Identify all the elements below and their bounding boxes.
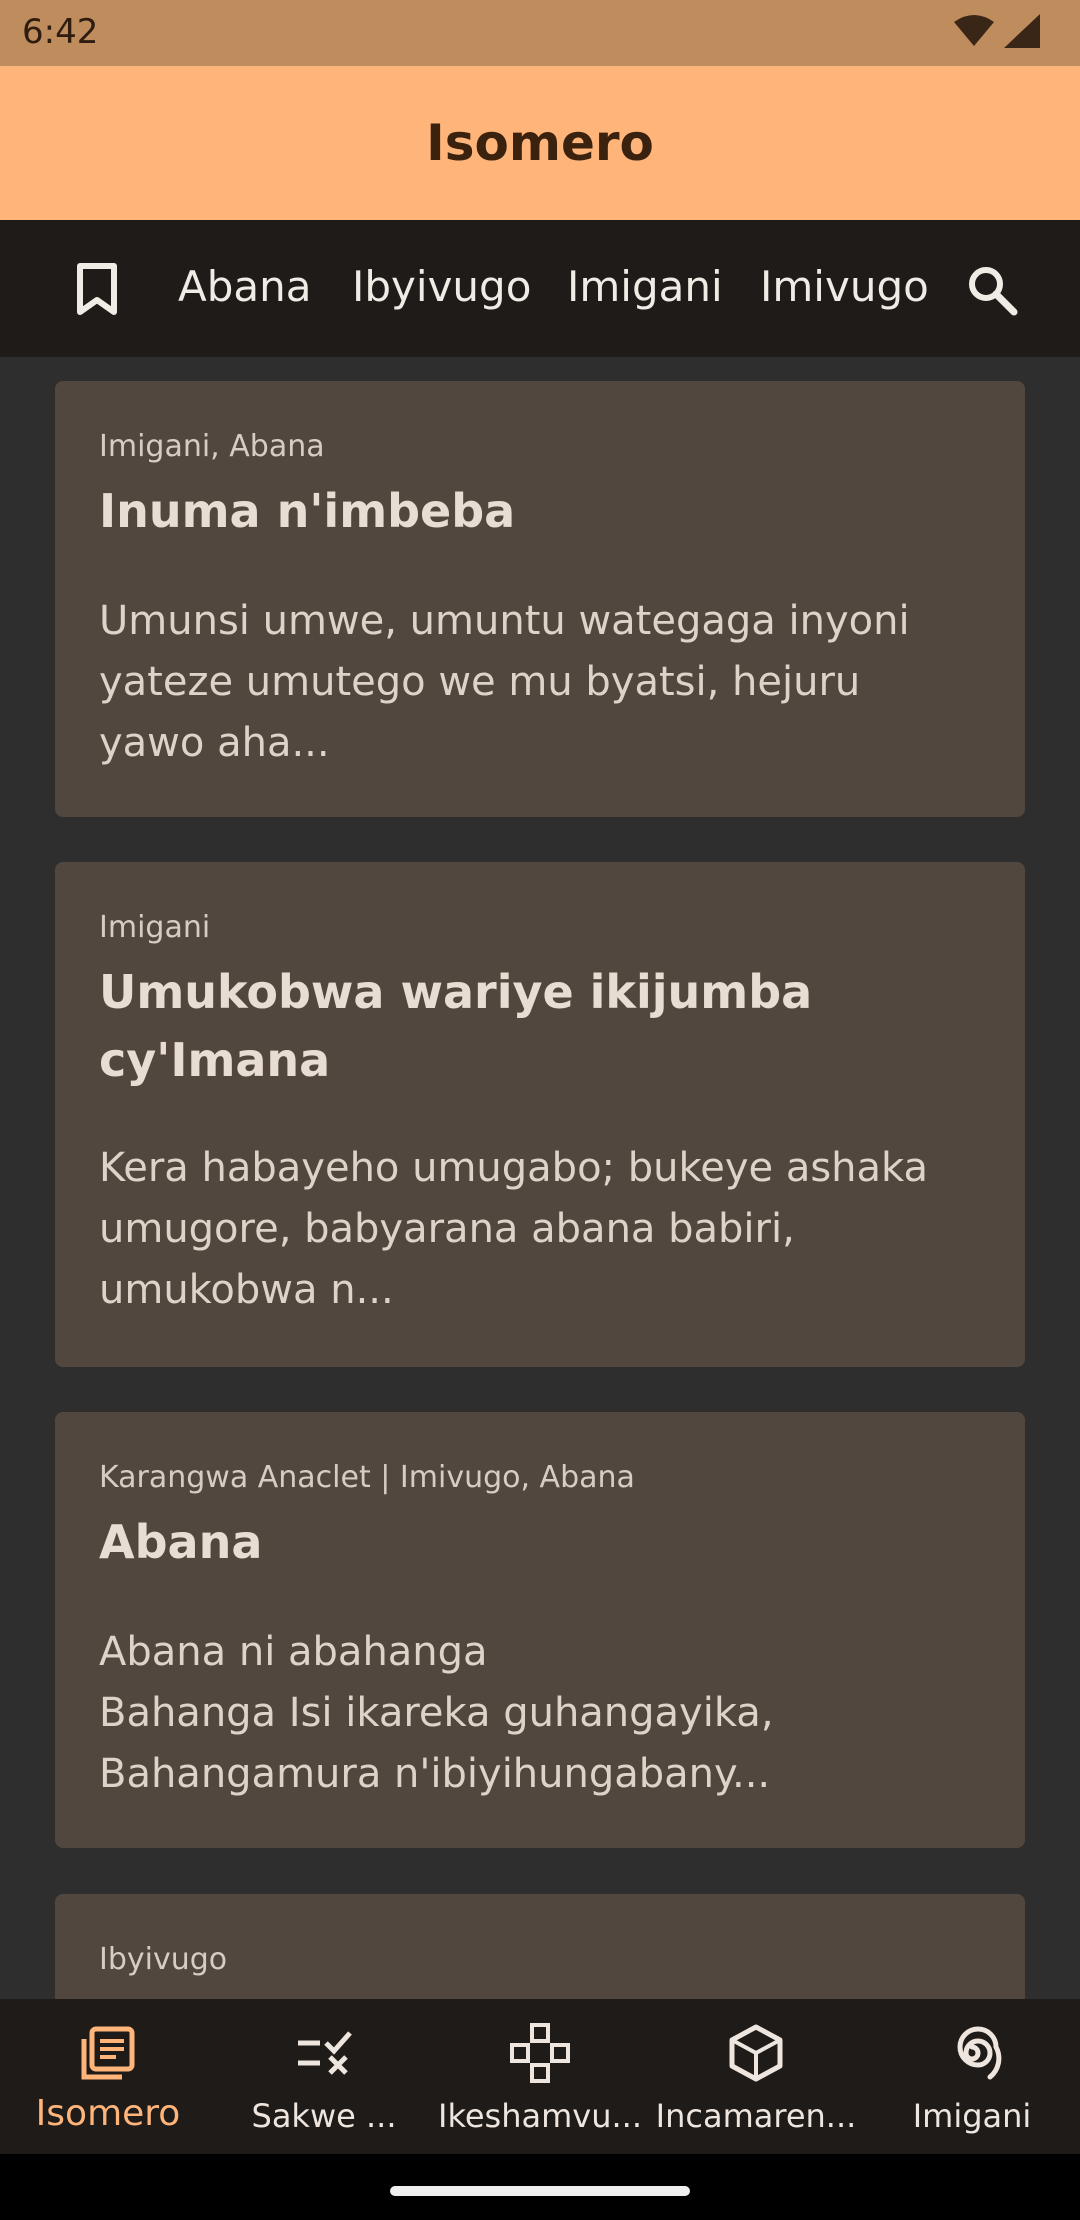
app-bar: Isomero xyxy=(0,66,1080,220)
bottom-nav-label: Imigani xyxy=(912,2097,1032,2135)
quiz-icon xyxy=(298,2031,352,2075)
wifi-icon xyxy=(954,15,994,46)
story-excerpt: Abana ni abahanga Bahanga Isi ikareka gu… xyxy=(99,1629,774,1797)
screen: 6:42 Isomero Abana Ibyivugo Imigani Imiv… xyxy=(0,0,1080,2220)
category-tab-ibyivugo[interactable]: Ibyivugo xyxy=(352,262,531,311)
story-meta: Imigani xyxy=(99,910,211,945)
story-meta: Ibyivugo xyxy=(99,1942,228,1977)
bottom-nav-label: Sakwe ... xyxy=(251,2097,397,2135)
story-title: Umukobwa wariye ikijumba cy'Imana xyxy=(99,965,813,1087)
story-meta: Karangwa Anaclet | Imivugo, Abana xyxy=(99,1460,635,1495)
home-gesture-handle[interactable] xyxy=(390,2186,690,2196)
spiral-icon xyxy=(957,2026,1002,2080)
story-excerpt: Umunsi umwe, umuntu wategaga inyoni yate… xyxy=(99,598,910,766)
bottom-nav-ikeshamvugo[interactable]: Ikeshamvu... xyxy=(432,1999,648,2154)
story-title: Inuma n'imbeba xyxy=(99,484,516,538)
cube-icon xyxy=(729,2024,783,2082)
game-icon xyxy=(510,2023,570,2083)
gesture-area xyxy=(0,2154,1080,2220)
bottom-nav-sakwe[interactable]: Sakwe ... xyxy=(216,1999,432,2154)
story-card[interactable]: Imigani Umukobwa wariye ikijumba cy'Iman… xyxy=(55,862,1025,1367)
bottom-nav-label: Incamaren... xyxy=(655,2097,857,2135)
signal-icon xyxy=(1004,14,1040,48)
bottom-nav-isomero[interactable]: Isomero xyxy=(0,1999,216,2154)
status-time: 6:42 xyxy=(22,12,99,52)
bottom-nav-incamarenga[interactable]: Incamaren... xyxy=(648,1999,864,2154)
story-card[interactable]: Ibyivugo xyxy=(55,1894,1025,1999)
bottom-nav-label: Ikeshamvu... xyxy=(438,2097,642,2135)
status-icons xyxy=(954,14,1040,48)
bottom-nav-label: Isomero xyxy=(35,2093,181,2134)
bookmark-icon[interactable] xyxy=(72,262,122,316)
category-tab-abana[interactable]: Abana xyxy=(178,262,312,311)
story-excerpt: Kera habayeho umugabo; bukeye ashaka umu… xyxy=(99,1145,929,1313)
category-nav: Abana Ibyivugo Imigani Imivugo xyxy=(0,220,1080,357)
story-card[interactable]: Imigani, Abana Inuma n'imbeba Umunsi umw… xyxy=(55,381,1025,817)
library-icon xyxy=(81,2026,135,2080)
category-tab-imigani[interactable]: Imigani xyxy=(567,262,723,311)
category-tab-imivugo[interactable]: Imivugo xyxy=(760,262,929,311)
status-bar: 6:42 xyxy=(0,0,1080,66)
app-title: Isomero xyxy=(426,114,654,172)
story-feed: Imigani, Abana Inuma n'imbeba Umunsi umw… xyxy=(0,357,1080,1999)
story-card[interactable]: Karangwa Anaclet | Imivugo, Abana Abana … xyxy=(55,1412,1025,1848)
bottom-nav: Isomero Sakwe ... Ikeshamvu... Incamaren… xyxy=(0,1999,1080,2154)
search-icon[interactable] xyxy=(966,264,1018,316)
story-title: Abana xyxy=(99,1515,263,1569)
story-meta: Imigani, Abana xyxy=(99,429,325,464)
bottom-nav-imigani[interactable]: Imigani xyxy=(864,1999,1080,2154)
